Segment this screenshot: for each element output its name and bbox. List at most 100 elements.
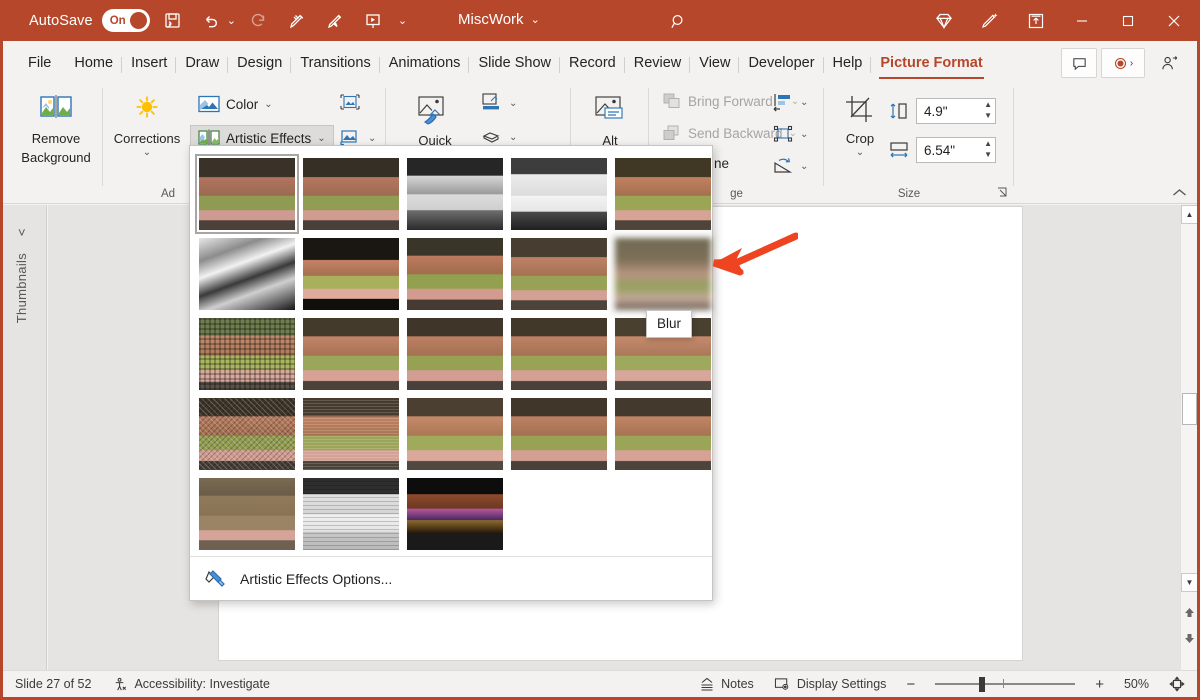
effect-thumbnail-plastic-wrap[interactable] (407, 398, 503, 470)
tab-file[interactable]: File (19, 55, 65, 82)
change-picture-chevron-down-icon[interactable]: ⌄ (368, 133, 376, 144)
effect-thumbnail-watercolor-sponge[interactable] (303, 318, 399, 390)
tab-design[interactable]: Design (228, 55, 291, 82)
effect-thumbnail-photocopy[interactable] (615, 398, 711, 470)
effect-thumbnail-mosaic-bubbles[interactable] (511, 318, 607, 390)
effect-thumbnail-line-drawing[interactable] (615, 158, 711, 230)
crop-button[interactable]: Crop ⌄ (834, 88, 886, 158)
spin-up-icon[interactable]: ▲ (984, 101, 992, 109)
crop-chevron-down-icon[interactable]: ⌄ (856, 147, 864, 158)
rotate-chevron-down-icon[interactable]: ⌄ (800, 161, 808, 172)
effect-thumbnail-paint-strokes[interactable] (303, 238, 399, 310)
thumbnails-expand-chevron-icon[interactable]: ˅ (18, 225, 26, 240)
comments-button[interactable] (1061, 48, 1097, 78)
zoom-slider[interactable] (935, 676, 1075, 692)
effect-thumbnail-crisscross-etching[interactable] (199, 398, 295, 470)
size-dialog-launcher[interactable] (997, 187, 1008, 201)
tab-developer[interactable]: Developer (739, 55, 823, 82)
share-button[interactable] (1149, 48, 1189, 78)
effect-thumbnail-none[interactable] (199, 158, 295, 230)
effect-thumbnail-glow-edges[interactable] (407, 478, 503, 550)
record-button[interactable]: › (1101, 48, 1145, 78)
effect-thumbnail-blur[interactable] (615, 238, 711, 310)
artistic-effects-chevron-down-icon[interactable]: ⌄ (317, 133, 325, 144)
effect-thumbnail-cement[interactable] (199, 478, 295, 550)
tab-insert[interactable]: Insert (122, 55, 176, 82)
shape-height-spinner[interactable]: ▲ ▼ (984, 101, 992, 120)
effect-thumbnail-paint-brush[interactable] (407, 238, 503, 310)
undo-dropdown-chevron[interactable]: ⌄ (227, 14, 236, 27)
fit-to-window-button[interactable] (1169, 676, 1185, 692)
artistic-effects-options-button[interactable]: Artistic Effects Options... (190, 556, 712, 600)
zoom-level-label[interactable]: 50% (1124, 677, 1149, 691)
effect-thumbnail-marker[interactable] (303, 158, 399, 230)
search-icon[interactable] (661, 8, 695, 34)
save-icon[interactable] (158, 6, 188, 36)
tab-draw[interactable]: Draw (176, 55, 228, 82)
effect-thumbnail-glass[interactable] (511, 238, 607, 310)
align-button[interactable]: ⌄ (767, 90, 813, 114)
thumbnails-label[interactable]: Thumbnails (14, 253, 29, 323)
effect-thumbnail-texturizer[interactable] (303, 478, 399, 550)
zoom-out-button[interactable]: − (906, 676, 915, 693)
accessibility-button[interactable]: Accessibility: Investigate (113, 677, 269, 692)
slide-counter[interactable]: Slide 27 of 52 (15, 677, 91, 691)
tab-home[interactable]: Home (65, 55, 122, 82)
effect-thumbnail-pencil-grayscale[interactable] (407, 158, 503, 230)
compress-pictures-button[interactable] (333, 90, 367, 114)
align-chevron-down-icon[interactable]: ⌄ (800, 97, 808, 108)
present-icon[interactable] (358, 6, 388, 36)
spin-down-icon[interactable]: ▼ (984, 112, 992, 120)
next-slide-button[interactable] (1181, 629, 1198, 648)
tab-view[interactable]: View (690, 55, 739, 82)
tab-help[interactable]: Help (824, 55, 872, 82)
collapse-ribbon-button[interactable] (1172, 186, 1187, 201)
previous-slide-button[interactable] (1181, 603, 1198, 622)
document-title[interactable]: MiscWork ⌄ (458, 11, 540, 28)
color-chevron-down-icon[interactable]: ⌄ (264, 99, 272, 110)
shape-height-input[interactable]: 4.9" ▲ ▼ (916, 98, 996, 124)
tab-review[interactable]: Review (625, 55, 691, 82)
tab-record[interactable]: Record (560, 55, 625, 82)
notes-button[interactable]: Notes (699, 677, 754, 692)
ribbon-display-options-icon[interactable] (1013, 0, 1059, 41)
copilot-icon[interactable] (967, 0, 1013, 41)
ink-replay-icon[interactable] (282, 6, 312, 36)
undo-icon[interactable] (196, 6, 226, 36)
rotate-button[interactable]: ⌄ (767, 154, 813, 178)
effect-thumbnail-cutout[interactable] (511, 398, 607, 470)
picture-border-button[interactable]: ⌄ (474, 90, 522, 116)
redo-icon[interactable] (244, 6, 274, 36)
autosave-toggle[interactable]: On (102, 9, 150, 32)
record-chevron-icon[interactable]: › (1130, 58, 1133, 69)
shape-width-spinner[interactable]: ▲ ▼ (984, 140, 992, 159)
zoom-slider-handle[interactable] (979, 677, 985, 692)
alt-text-button[interactable]: Alt (579, 88, 641, 151)
tab-picture-format[interactable]: Picture Format (871, 55, 991, 82)
color-button[interactable]: Color ⌄ (193, 93, 278, 115)
effect-thumbnail-light-screen[interactable] (199, 318, 295, 390)
spin-down-icon[interactable]: ▼ (984, 151, 992, 159)
corrections-chevron-down-icon[interactable]: ⌄ (143, 147, 151, 158)
scroll-up-button[interactable]: ▲ (1181, 205, 1198, 224)
picture-border-chevron-down-icon[interactable]: ⌄ (509, 98, 517, 109)
qat-more-icon[interactable]: ⌄ (398, 14, 407, 27)
group-chevron-down-icon[interactable]: ⌄ (800, 129, 808, 140)
group-button[interactable]: ⌄ (767, 122, 813, 146)
effect-thumbnail-film-grain[interactable] (407, 318, 503, 390)
remove-background-button[interactable]: RemoveBackground (17, 88, 95, 168)
effect-thumbnail-pastels-smooth[interactable] (303, 398, 399, 470)
diamond-subscription-icon[interactable] (921, 0, 967, 41)
draw-pen-icon[interactable] (320, 6, 350, 36)
tab-slide-show[interactable]: Slide Show (469, 55, 560, 82)
minimize-button[interactable] (1059, 0, 1105, 41)
maximize-button[interactable] (1105, 0, 1151, 41)
shape-width-input[interactable]: 6.54" ▲ ▼ (916, 137, 996, 163)
vertical-scrollbar[interactable]: ▲ ▼ (1180, 205, 1197, 670)
corrections-button[interactable]: Corrections ⌄ (108, 88, 186, 158)
effect-thumbnail-chalk-sketch[interactable] (199, 238, 295, 310)
spin-up-icon[interactable]: ▲ (984, 140, 992, 148)
display-settings-button[interactable]: Display Settings (774, 677, 887, 692)
close-button[interactable] (1151, 0, 1197, 41)
zoom-in-button[interactable]: + (1095, 676, 1104, 693)
